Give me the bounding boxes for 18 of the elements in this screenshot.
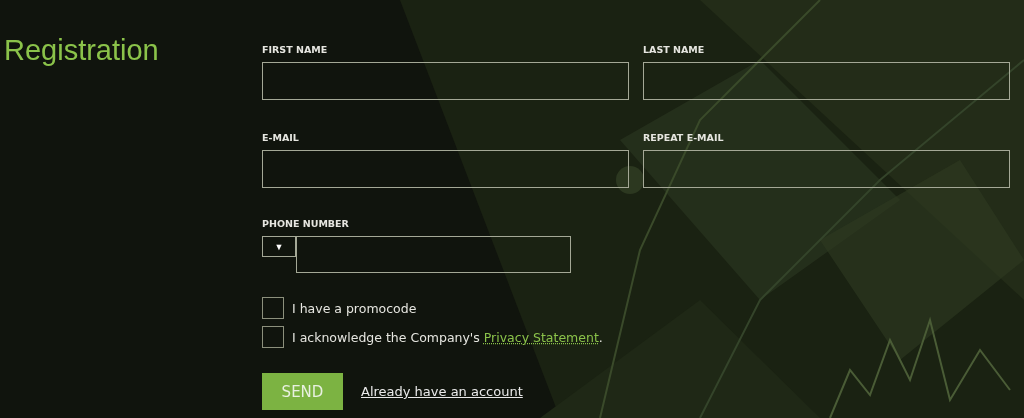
field-label: FIRST NAME	[262, 44, 329, 56]
privacy-link[interactable]: Privacy Statement	[483, 329, 599, 345]
field-label: REPEAT E-MAIL	[643, 132, 725, 144]
country-dropdown[interactable]: ▼	[262, 236, 296, 257]
page-title: Registration	[4, 34, 160, 68]
checkbox-label: I have a promocode	[292, 300, 417, 316]
field-label: E-MAIL	[262, 132, 300, 144]
input-field[interactable]	[262, 62, 629, 100]
phone-input[interactable]	[296, 236, 571, 273]
checkbox[interactable]	[262, 297, 284, 319]
input-field[interactable]	[643, 150, 1010, 188]
login-link[interactable]: Already have an account	[361, 384, 523, 399]
field-label: LAST NAME	[643, 44, 706, 56]
checkbox-label: I acknowledge the Company's Privacy Statement.	[292, 329, 603, 345]
checkbox[interactable]	[262, 326, 284, 348]
field-label: PHONE NUMBER	[262, 218, 350, 230]
input-field[interactable]	[262, 150, 629, 188]
input-field[interactable]	[643, 62, 1010, 100]
